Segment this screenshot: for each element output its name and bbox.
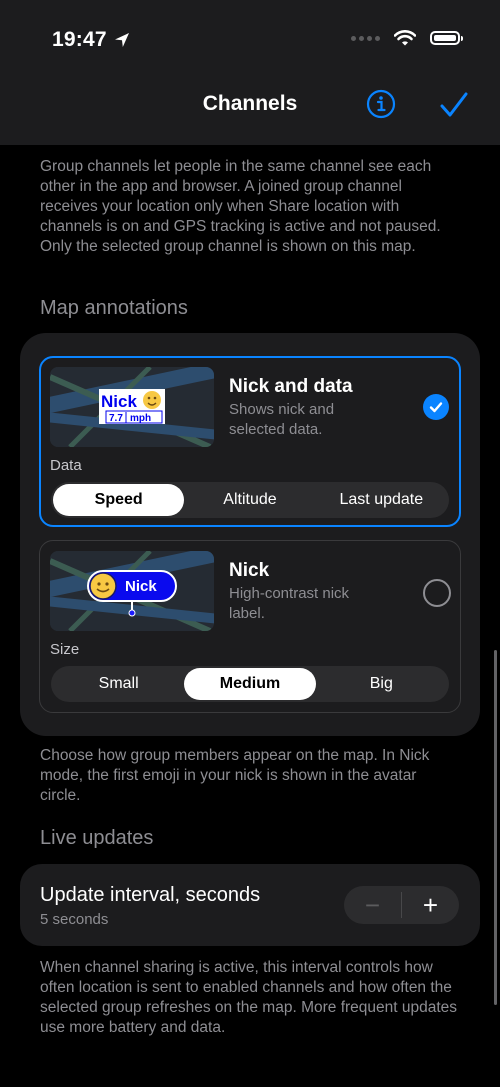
option-title: Nick and data bbox=[229, 376, 353, 397]
live-updates-footer: When channel sharing is active, this int… bbox=[40, 959, 458, 1036]
size-control-label: Size bbox=[50, 641, 80, 658]
intro-description: Group channels let people in the same ch… bbox=[40, 158, 441, 255]
size-segmented-control: Small Medium Big bbox=[51, 666, 449, 702]
status-time: 19:47 bbox=[52, 28, 107, 51]
preview-nick-text: Nick bbox=[101, 392, 137, 411]
preview-nick-text: Nick bbox=[125, 578, 157, 595]
map-preview-icon: Nick 7.7 mph bbox=[50, 367, 214, 447]
decrement-button[interactable]: − bbox=[344, 886, 401, 924]
segment-speed[interactable]: Speed bbox=[53, 484, 185, 516]
segment-medium[interactable]: Medium bbox=[184, 668, 316, 700]
segment-last-update[interactable]: Last update bbox=[316, 484, 447, 516]
status-indicators bbox=[351, 30, 463, 46]
cellular-icon bbox=[351, 35, 380, 41]
update-interval-value: 5 seconds bbox=[40, 911, 109, 928]
nick-preview: Nick bbox=[50, 551, 214, 631]
interval-stepper: − + bbox=[344, 886, 459, 924]
navigation-bar bbox=[0, 0, 500, 145]
preview-speed-value: 7.7 bbox=[109, 413, 123, 424]
data-segmented-control: Speed Altitude Last update bbox=[51, 482, 449, 518]
segment-altitude[interactable]: Altitude bbox=[184, 484, 315, 516]
map-preview-icon: Nick bbox=[50, 551, 214, 631]
update-interval-title: Update interval, seconds bbox=[40, 884, 261, 906]
option-subtitle: High-contrast nick label. bbox=[229, 585, 350, 622]
page-title: Channels bbox=[202, 92, 298, 115]
increment-button[interactable]: + bbox=[402, 886, 459, 924]
wifi-icon bbox=[394, 30, 416, 46]
battery-icon bbox=[430, 31, 463, 45]
option-title: Nick bbox=[229, 560, 270, 581]
info-icon[interactable] bbox=[366, 89, 396, 119]
location-arrow-icon bbox=[114, 32, 130, 53]
data-control-label: Data bbox=[50, 457, 82, 474]
map-annotations-footer: Choose how group members appear on the m… bbox=[40, 747, 430, 804]
unselected-radio-icon[interactable] bbox=[423, 579, 451, 607]
nick-and-data-preview: Nick 7.7 mph bbox=[50, 367, 214, 447]
option-subtitle: Shows nick and selected data. bbox=[229, 401, 335, 438]
scroll-indicator[interactable] bbox=[494, 650, 497, 1005]
live-updates-header: Live updates bbox=[40, 827, 154, 849]
segment-small[interactable]: Small bbox=[53, 668, 184, 700]
preview-speed-unit: mph bbox=[130, 413, 151, 424]
segment-big[interactable]: Big bbox=[316, 668, 447, 700]
map-annotations-header: Map annotations bbox=[40, 297, 188, 319]
done-checkmark-icon[interactable] bbox=[438, 89, 470, 121]
selected-checkmark-icon[interactable] bbox=[423, 394, 449, 420]
